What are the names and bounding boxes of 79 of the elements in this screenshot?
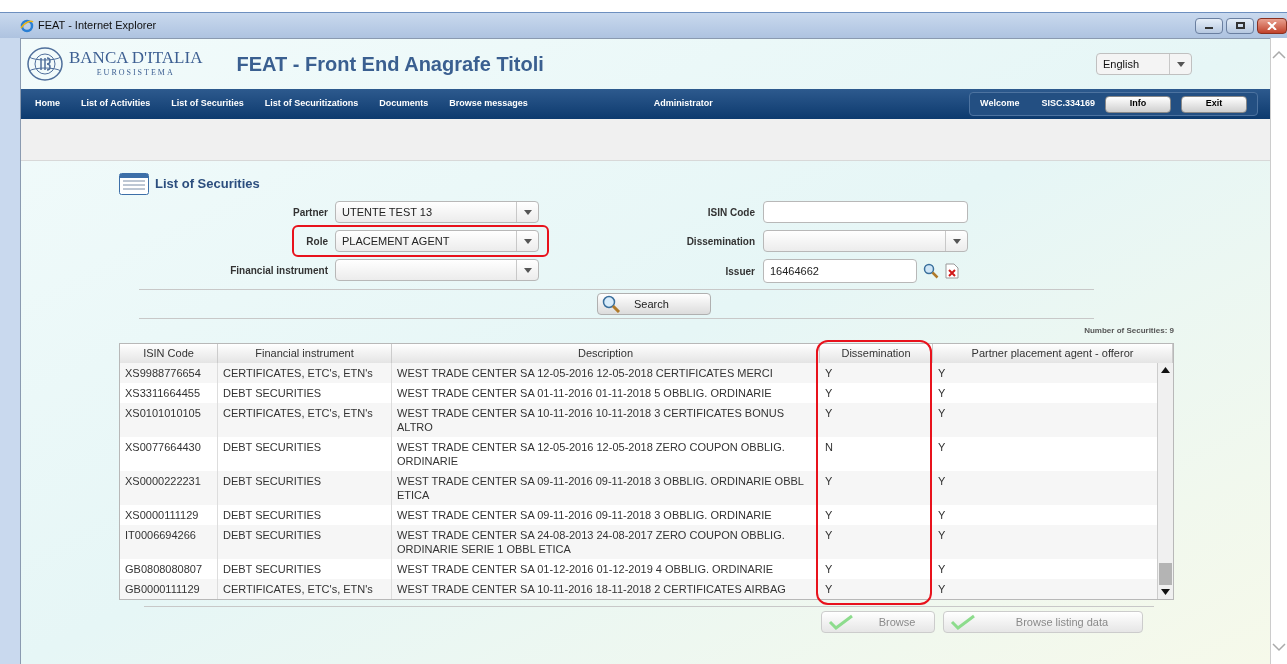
list-icon	[119, 173, 149, 195]
text-field[interactable]: 16464662	[763, 259, 917, 283]
dropdown-field[interactable]: UTENTE TEST 13	[335, 201, 539, 223]
info-button[interactable]: Info	[1105, 95, 1171, 113]
table-cell-text: Y	[937, 440, 947, 455]
table-cell-text: Y	[824, 474, 834, 489]
nav-link[interactable]: Home	[35, 97, 60, 111]
nav-link[interactable]: List of Activities	[81, 97, 151, 111]
page-title: List of Securities	[155, 175, 260, 194]
table-cell-text: Y	[937, 562, 947, 577]
table-cell-text: WEST TRADE CENTER SA 24-08-2013 24-08-2017 ZERO COUPON OBBLIG. ORDINARIE SERIE 1 OBBL ETICA	[396, 528, 786, 557]
field-label: Role	[306, 234, 328, 249]
dropdown-field[interactable]	[335, 259, 539, 281]
search-icon	[602, 295, 622, 313]
table-cell-text: WEST TRADE CENTER SA 09-11-2016 09-11-2018 3 OBBLIG. ORDINARIE	[396, 508, 773, 523]
language-dropdown[interactable]: English	[1096, 53, 1192, 75]
window-title: FEAT - Internet Explorer	[38, 18, 157, 34]
bank-logo-icon	[25, 45, 65, 83]
table-cell-text: Y	[937, 582, 947, 597]
table-cell-text: WEST TRADE CENTER SA 09-11-2016 09-11-2018 3 OBBLIG. ORDINARIE OBBL ETICA	[396, 474, 805, 503]
table-cell-text: WEST TRADE CENTER SA 01-11-2016 01-11-2018 5 OBBLIG. ORDINARIE	[396, 386, 773, 401]
nav-link[interactable]: List of Securities	[171, 97, 244, 111]
dropdown-caret-icon	[952, 238, 961, 244]
close-icon	[1267, 21, 1277, 30]
checkmark-icon	[828, 614, 854, 630]
table-cell-text: Y	[937, 366, 947, 381]
user-id: SISC.334169	[1041, 97, 1095, 111]
table-cell-text: WEST TRADE CENTER SA 12-05-2016 12-05-2018 CERTIFICATES MERCI	[396, 366, 774, 381]
table-cell-text: N	[824, 440, 834, 455]
table-cell-text: WEST TRADE CENTER SA 12-05-2016 12-05-2018 ZERO COUPON OBBLIG. ORDINARIE	[396, 440, 786, 469]
maximize-button[interactable]	[1226, 17, 1254, 34]
dropdown-caret-icon	[1176, 61, 1185, 67]
dropdown-caret-icon	[523, 209, 532, 215]
table-cell: GB0000111129	[120, 579, 218, 599]
dropdown-caret-icon	[523, 238, 532, 244]
search-icon[interactable]	[923, 263, 939, 279]
table-cell-text: Y	[824, 386, 834, 401]
table-cell-text: Y	[824, 366, 834, 381]
table-cell-text: Y	[824, 406, 834, 421]
close-button[interactable]	[1257, 17, 1287, 34]
welcome-label: Welcome	[980, 97, 1020, 111]
table-cell-text: Y	[824, 528, 834, 543]
field-label: Financial instrument	[230, 263, 328, 278]
bank-name: BANCA D'ITALIA	[69, 49, 203, 67]
field-label: ISIN Code	[706, 205, 755, 220]
exit-button[interactable]: Exit	[1181, 95, 1247, 113]
nav-link[interactable]: List of Securitizations	[264, 97, 359, 111]
user-role: Administrator	[653, 97, 713, 111]
field-label: Issuer	[724, 264, 755, 279]
field-label: Dissemination	[685, 234, 755, 249]
table-cell-text: WEST TRADE CENTER SA 10-11-2016 10-11-2018 3 CERTIFICATES BONUS ALTRO	[396, 406, 785, 435]
dropdown-caret-icon	[523, 267, 532, 273]
search-button[interactable]: Search	[597, 293, 711, 315]
nav-link[interactable]: Documents	[379, 97, 429, 111]
table-cell-text: Y	[824, 508, 834, 523]
table-cell-text: Y	[937, 474, 947, 489]
dropdown-field[interactable]: PLACEMENT AGENT	[335, 230, 539, 252]
scrollbar[interactable]	[1157, 363, 1173, 599]
scroll-thumb[interactable]	[1159, 563, 1172, 585]
clear-document-icon[interactable]	[945, 263, 959, 279]
dropdown-field[interactable]	[763, 230, 968, 252]
field-label: Partner	[293, 205, 328, 220]
text-field[interactable]	[763, 201, 968, 223]
table-cell: CERTIFICATES, ETC's, ETN's	[218, 579, 392, 599]
table-cell-text: WEST TRADE CENTER SA 01-12-2016 01-12-2019 4 OBBLIG. ORDINARIE	[396, 562, 775, 577]
table-cell-text: WEST TRADE CENTER SA 10-11-2016 18-11-2018 2 CERTIFICATES AIRBAG	[396, 582, 787, 597]
bank-subtitle: EUROSISTEMA	[96, 67, 175, 79]
app-title: FEAT - Front End Anagrafe Titoli	[236, 52, 544, 77]
table-cell-text: Y	[937, 386, 947, 401]
table-cell-text: Y	[937, 406, 947, 421]
minimize-button[interactable]	[1195, 17, 1223, 34]
browser-icon	[20, 18, 34, 33]
securities-count: Number of Securities: 9	[1084, 325, 1174, 337]
nav-link[interactable]: Browse messages	[449, 97, 528, 111]
table-cell-text: Y	[824, 562, 834, 577]
table-cell-text: Y	[937, 528, 947, 543]
checkmark-icon	[950, 614, 976, 630]
table-cell-text: Y	[824, 582, 834, 597]
table-cell-text: Y	[937, 508, 947, 523]
